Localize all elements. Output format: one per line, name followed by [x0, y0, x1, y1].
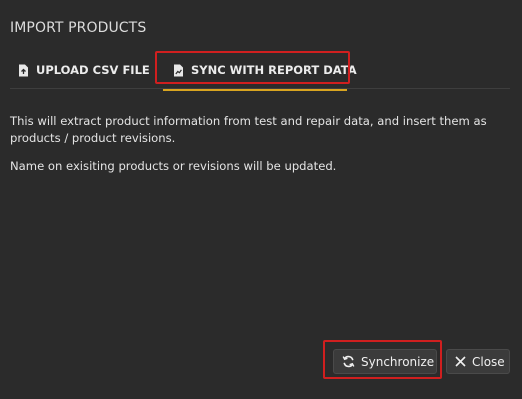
description-paragraph: This will extract product information fr…: [10, 114, 487, 145]
dialog-title: IMPORT PRODUCTS: [10, 20, 147, 36]
import-products-dialog: IMPORT PRODUCTS UPLOAD CSV FILE SYNC WIT…: [0, 0, 522, 399]
synchronize-button-label: Synchronize: [361, 354, 435, 369]
tab-upload-csv-label: UPLOAD CSV FILE: [36, 63, 150, 77]
close-button-label: Close: [472, 354, 505, 369]
file-upload-icon: [18, 64, 29, 77]
tab-sync-report-data-label: SYNC WITH REPORT DATA: [191, 63, 357, 77]
close-button[interactable]: Close: [446, 349, 510, 374]
tab-upload-csv[interactable]: UPLOAD CSV FILE: [18, 52, 150, 88]
close-icon: [455, 356, 466, 367]
tab-sync-report-data[interactable]: SYNC WITH REPORT DATA: [157, 52, 357, 91]
sync-icon: [342, 355, 355, 368]
sync-description: This will extract product information fr…: [10, 113, 510, 187]
update-note-paragraph: Name on exisiting products or revisions …: [10, 159, 337, 173]
report-chart-icon: [173, 64, 184, 77]
tab-bar: UPLOAD CSV FILE SYNC WITH REPORT DATA: [10, 52, 510, 91]
synchronize-button[interactable]: Synchronize: [333, 349, 437, 374]
